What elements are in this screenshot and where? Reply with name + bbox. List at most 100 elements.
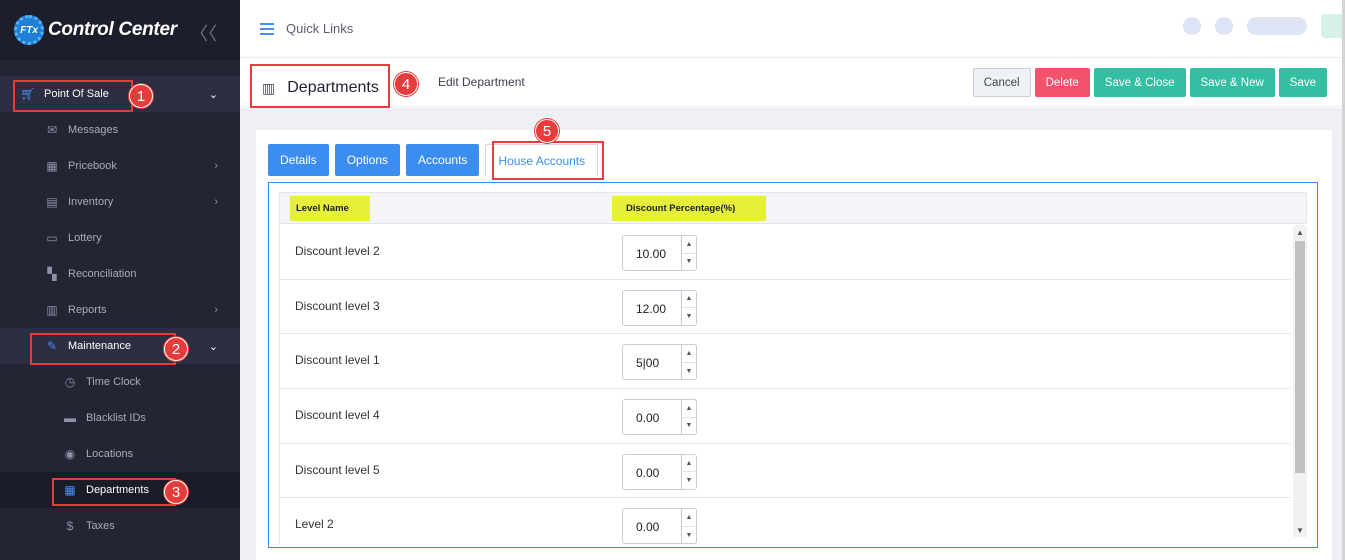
inventory-icon: ▤	[46, 195, 58, 209]
sidebar-item-messages[interactable]: ✉︎ Messages	[0, 112, 240, 148]
discount-value[interactable]: 0.00	[636, 520, 659, 534]
cancel-button[interactable]: Cancel	[972, 68, 1031, 97]
spin-up-icon[interactable]: ▲	[682, 236, 696, 254]
top-bar-tools	[1183, 14, 1345, 38]
spin-down-icon[interactable]: ▼	[682, 363, 696, 380]
sidebar-item-label: Messages	[68, 124, 119, 136]
table-row: Discount level 3 12.00 ▲ ▼	[279, 279, 1291, 335]
spin-up-icon[interactable]: ▲	[682, 345, 696, 363]
sidebar-item-label: Pricebook	[68, 160, 117, 172]
discount-value[interactable]: 0.00	[636, 411, 659, 425]
quick-links[interactable]: Quick Links	[286, 21, 353, 36]
discount-value[interactable]: 5|00	[636, 356, 659, 370]
grid-body: Discount level 2 10.00 ▲ ▼ Discount level…	[279, 225, 1291, 545]
tab-accounts[interactable]: Accounts	[406, 144, 480, 176]
sidebar-item-pricebook[interactable]: ▦ Pricebook ›	[0, 148, 240, 184]
sidebar-item-locations[interactable]: ◉ Locations	[0, 436, 240, 472]
scroll-thumb[interactable]	[1295, 241, 1305, 473]
save-close-button[interactable]: Save & Close	[1093, 68, 1186, 97]
callout-badge-1: 1	[129, 84, 153, 108]
delete-button[interactable]: Delete	[1034, 68, 1090, 97]
table-row: Discount level 2 10.00 ▲ ▼	[279, 225, 1291, 280]
brand-name: Control Center	[48, 19, 177, 40]
spin-down-icon[interactable]: ▼	[682, 527, 696, 544]
sidebar-nav: 🛒︎ Point Of Sale ⌄ ✉︎ Messages ▦ Pricebo…	[0, 76, 240, 544]
spinner-buttons: ▲ ▼	[681, 236, 696, 270]
chat-icon[interactable]	[1215, 17, 1233, 35]
spinner-buttons: ▲ ▼	[681, 345, 696, 380]
user-menu-icon[interactable]	[1247, 17, 1307, 35]
spin-down-icon[interactable]: ▼	[682, 254, 696, 271]
level-name: Discount level 1	[295, 353, 380, 368]
discount-percentage-input[interactable]: 10.00 ▲ ▼	[622, 235, 697, 271]
level-name: Level 2	[295, 517, 334, 532]
callout-badge-5: 5	[535, 119, 559, 143]
discount-percentage-input[interactable]: 12.00 ▲ ▼	[622, 289, 697, 326]
discount-value[interactable]: 12.00	[636, 302, 666, 316]
spinner-buttons: ▲ ▼	[681, 400, 696, 435]
ticket-icon: ▭	[46, 231, 58, 245]
sidebar-item-taxes[interactable]: $ Taxes	[0, 508, 240, 544]
spin-up-icon[interactable]: ▲	[682, 455, 696, 473]
spin-down-icon[interactable]: ▼	[682, 472, 696, 489]
spin-up-icon[interactable]: ▲	[682, 291, 696, 309]
chart-icon: ▥	[46, 303, 58, 317]
pin-icon: ◉	[64, 447, 76, 461]
discount-percentage-input[interactable]: 5|00 ▲ ▼	[622, 344, 697, 381]
card-icon: ▬	[64, 411, 76, 425]
collapse-sidebar-icon[interactable]: 〈〈	[190, 20, 217, 46]
grid-scrollbar[interactable]: ▲ ▼	[1293, 225, 1307, 537]
sidebar-item-label: Lottery	[68, 232, 102, 244]
chevron-down-icon: ⌄	[208, 340, 218, 353]
table-row: Discount level 4 0.00 ▲ ▼	[279, 389, 1291, 444]
level-name: Discount level 2	[295, 244, 380, 258]
table-row: Level 2 0.00 ▲ ▼	[279, 498, 1291, 545]
sidebar-item-blacklist-ids[interactable]: ▬ Blacklist IDs	[0, 400, 240, 436]
spin-up-icon[interactable]: ▲	[682, 509, 696, 527]
chevron-right-icon: ›	[214, 304, 218, 316]
sidebar-item-time-clock[interactable]: ◷ Time Clock	[0, 364, 240, 400]
level-name: Discount level 4	[295, 408, 380, 423]
spinner-buttons: ▲ ▼	[681, 454, 696, 489]
spin-up-icon[interactable]: ▲	[682, 400, 696, 418]
level-name: Discount level 5	[295, 462, 380, 477]
sidebar-item-reports[interactable]: ▥ Reports ›	[0, 292, 240, 328]
ftx-logo-icon: FTx	[14, 15, 44, 45]
sidebar-item-label: Inventory	[68, 196, 114, 208]
column-header-level-name: Level Name	[290, 196, 370, 221]
scroll-down-icon[interactable]: ▼	[1293, 523, 1307, 537]
callout-box-1	[13, 80, 133, 112]
column-header-discount-percentage: Discount Percentage(%)	[612, 196, 766, 221]
table-row: Discount level 1 5|00 ▲ ▼	[279, 334, 1291, 390]
tab-details[interactable]: Details	[268, 144, 329, 176]
discount-value[interactable]: 10.00	[636, 247, 666, 261]
discount-percentage-input[interactable]: 0.00 ▲ ▼	[622, 508, 697, 545]
save-new-button[interactable]: Save & New	[1189, 68, 1275, 97]
level-name: Discount level 3	[295, 298, 380, 313]
sidebar-item-reconciliation[interactable]: ▚ Reconciliation	[0, 256, 240, 292]
discount-percentage-input[interactable]: 0.00 ▲ ▼	[622, 399, 697, 436]
notification-icon[interactable]	[1183, 17, 1201, 35]
callout-box-2	[30, 333, 176, 365]
sidebar-item-label: Taxes	[86, 520, 115, 532]
sidebar-item-lottery[interactable]: ▭ Lottery	[0, 220, 240, 256]
discount-value[interactable]: 0.00	[636, 466, 659, 480]
spinner-buttons: ▲ ▼	[681, 290, 696, 325]
scroll-up-icon[interactable]: ▲	[1293, 225, 1307, 239]
chevron-right-icon: ›	[214, 196, 218, 208]
sidebar-item-label: Time Clock	[86, 376, 141, 388]
spin-down-icon[interactable]: ▼	[682, 308, 696, 325]
discount-percentage-input[interactable]: 0.00 ▲ ▼	[622, 453, 697, 490]
action-bar: Cancel Delete Save & Close Save & New Sa…	[972, 68, 1327, 97]
spin-down-icon[interactable]: ▼	[682, 418, 696, 435]
sidebar-item-label: Locations	[86, 448, 134, 460]
grid-icon: ▚	[47, 267, 57, 281]
save-button[interactable]: Save	[1278, 68, 1327, 97]
menu-icon[interactable]	[260, 22, 274, 35]
sidebar-item-inventory[interactable]: ▤ Inventory ›	[0, 184, 240, 220]
top-bar: Quick Links	[240, 0, 1345, 58]
callout-box-4	[250, 64, 390, 108]
dollar-icon: $	[66, 519, 74, 533]
tab-options[interactable]: Options	[334, 144, 401, 176]
callout-badge-4: 4	[394, 72, 418, 96]
